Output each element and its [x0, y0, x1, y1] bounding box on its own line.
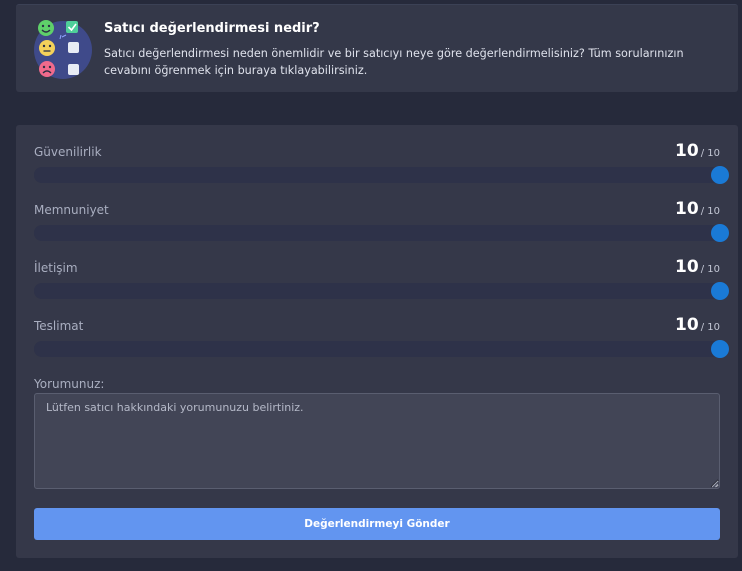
- comment-label: Yorumunuz:: [34, 377, 105, 391]
- criteria-score: 10/ 10: [675, 315, 720, 335]
- info-description: Satıcı değerlendirmesi neden önemlidir v…: [104, 45, 724, 79]
- communication-slider[interactable]: [34, 282, 729, 300]
- slider-thumb[interactable]: [711, 166, 729, 184]
- slider-thumb[interactable]: [711, 340, 729, 358]
- happy-face-icon: [38, 20, 54, 36]
- slider-fill: [34, 283, 720, 299]
- rating-illustration: [34, 20, 92, 79]
- criteria-label: Memnuniyet: [34, 203, 109, 217]
- slider-fill: [34, 225, 720, 241]
- criteria-label: İletişim: [34, 261, 78, 275]
- criteria-score: 10/ 10: [675, 199, 720, 219]
- criteria-max: / 10: [700, 206, 720, 217]
- criteria-max: / 10: [700, 148, 720, 159]
- criteria-score: 10/ 10: [675, 141, 720, 161]
- info-description-line: cevabını öğrenmek için buraya tıklayabil…: [104, 64, 368, 77]
- criteria-communication: İletişim 10/ 10: [34, 257, 729, 309]
- rating-form: Güvenilirlik 10/ 10 Memnuniyet 10/ 10 İl…: [16, 125, 738, 558]
- criteria-satisfaction: Memnuniyet 10/ 10: [34, 199, 729, 251]
- slider-thumb[interactable]: [711, 282, 729, 300]
- criteria-max: / 10: [700, 322, 720, 333]
- comment-input[interactable]: [34, 393, 720, 489]
- seller-rating-info-card[interactable]: Satıcı değerlendirmesi nedir? Satıcı değ…: [16, 4, 738, 92]
- slider-fill: [34, 341, 720, 357]
- criteria-value: 10: [675, 315, 699, 335]
- checkbox-icon: [66, 21, 78, 33]
- criteria-value: 10: [675, 141, 699, 161]
- criteria-reliability: Güvenilirlik 10/ 10: [34, 141, 729, 193]
- info-title: Satıcı değerlendirmesi nedir?: [104, 21, 320, 36]
- slider-thumb[interactable]: [711, 224, 729, 242]
- criteria-label: Teslimat: [34, 319, 84, 333]
- criteria-score: 10/ 10: [675, 257, 720, 277]
- resize-grip-icon[interactable]: [711, 480, 719, 488]
- satisfaction-slider[interactable]: [34, 224, 729, 242]
- submit-rating-button[interactable]: Değerlendirmeyi Gönder: [34, 508, 720, 540]
- criteria-max: / 10: [700, 264, 720, 275]
- sad-face-icon: [39, 61, 55, 77]
- delivery-slider[interactable]: [34, 340, 729, 358]
- criteria-delivery: Teslimat 10/ 10: [34, 315, 729, 367]
- reliability-slider[interactable]: [34, 166, 729, 184]
- neutral-face-icon: [39, 40, 55, 56]
- criteria-value: 10: [675, 257, 699, 277]
- slider-fill: [34, 167, 720, 183]
- criteria-value: 10: [675, 199, 699, 219]
- info-description-line: Satıcı değerlendirmesi neden önemlidir v…: [104, 47, 684, 60]
- criteria-label: Güvenilirlik: [34, 145, 102, 159]
